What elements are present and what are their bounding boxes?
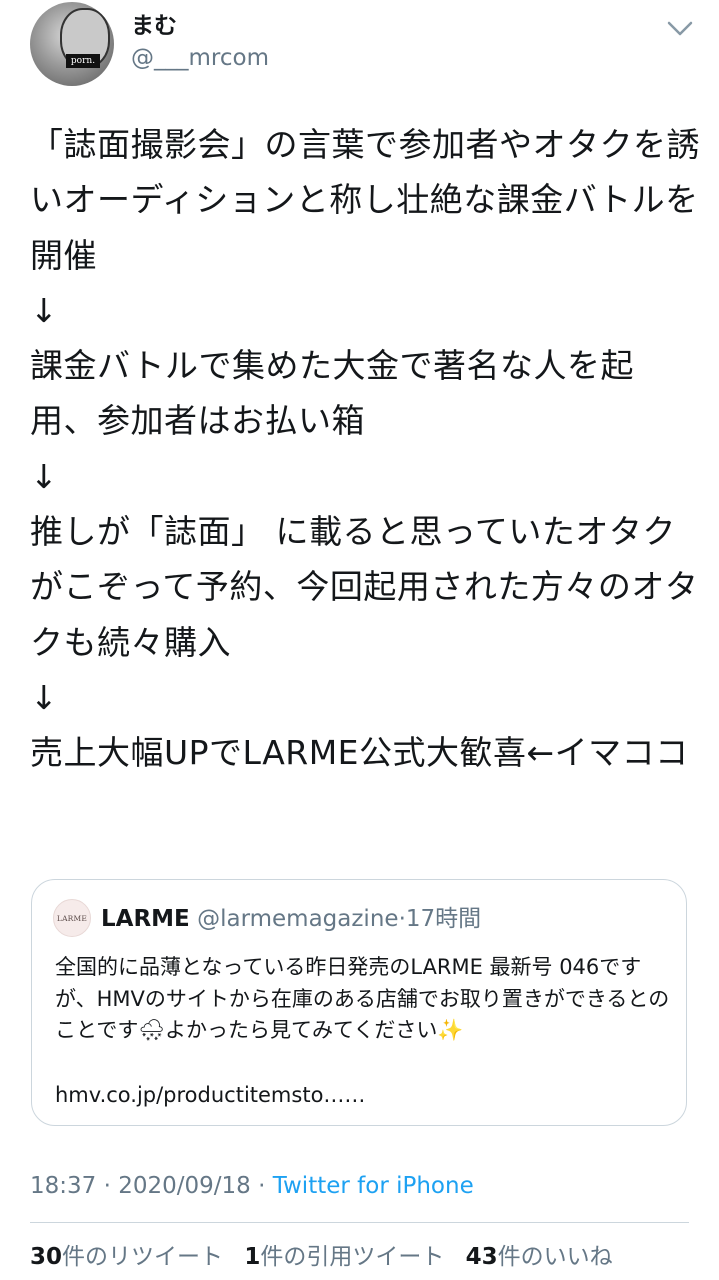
quoted-author-name: LARME xyxy=(101,906,190,932)
quoted-timestamp: 17時間 xyxy=(405,906,482,932)
tweet-source-link[interactable]: Twitter for iPhone xyxy=(273,1173,474,1199)
quoted-tweet-link[interactable]: hmv.co.jp/productitemsto…… xyxy=(55,1080,365,1110)
quoted-separator: · xyxy=(398,906,406,932)
tweet-time: 18:37 xyxy=(30,1173,97,1199)
likes-count: 43 xyxy=(465,1244,498,1270)
chevron-down-icon[interactable] xyxy=(666,16,694,40)
tweet-meta: 18:37 · 2020/09/18 · Twitter for iPhone xyxy=(30,1170,474,1202)
meta-separator: · xyxy=(96,1173,119,1199)
tweet-stats: 30件のリツイート 1件の引用ツイート 43件のいいね xyxy=(30,1241,627,1273)
retweets-stat[interactable]: 30件のリツイート xyxy=(30,1244,223,1270)
avatar-tag: porn. xyxy=(66,54,100,68)
quotes-count: 1 xyxy=(244,1244,261,1270)
meta-separator: · xyxy=(250,1173,273,1199)
likes-label: 件のいいね xyxy=(497,1244,613,1270)
author-avatar[interactable]: porn. xyxy=(30,2,114,86)
quotes-label: 件の引用ツイート xyxy=(260,1244,445,1270)
likes-stat[interactable]: 43件のいいね xyxy=(466,1244,613,1270)
retweets-count: 30 xyxy=(30,1244,63,1270)
author-display-name[interactable]: まむ xyxy=(131,12,177,40)
quoted-tweet-card[interactable]: LARME LARME @larmemagazine·17時間 全国的に品薄とな… xyxy=(31,879,687,1126)
quotes-stat[interactable]: 1件の引用ツイート xyxy=(244,1244,444,1270)
divider xyxy=(30,1222,689,1223)
quoted-author-avatar: LARME xyxy=(53,899,91,937)
quoted-tweet-header: LARME @larmemagazine·17時間 xyxy=(101,904,481,934)
retweets-label: 件のリツイート xyxy=(62,1244,224,1270)
quoted-tweet-text: 全国的に品薄となっている昨日発売のLARME 最新号 046ですが、HMVのサイ… xyxy=(55,955,670,1042)
tweet-text: 「誌面撮影会」の言葉で参加者やオタクを誘いオーディションと称し壮絶な課金バトルを… xyxy=(30,125,700,773)
tweet-date: 2020/09/18 xyxy=(118,1173,251,1199)
tweet-detail: porn. まむ @___mrcom 「誌面撮影会」の言葉で参加者やオタクを誘い… xyxy=(0,0,719,1280)
author-handle[interactable]: @___mrcom xyxy=(131,44,269,72)
quoted-author-handle: @larmemagazine xyxy=(197,906,399,932)
